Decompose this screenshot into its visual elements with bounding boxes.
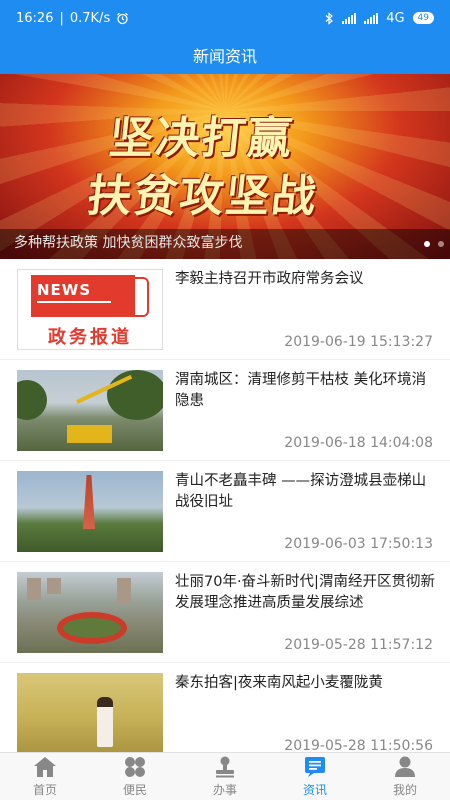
news-date: 2019-05-28 11:57:12 — [284, 637, 433, 653]
tab-mine[interactable]: 我的 — [360, 753, 450, 800]
news-title: 李毅主持召开市政府常务会议 — [175, 271, 364, 287]
news-item[interactable]: 渭南城区：清理修剪干枯枝 美化环境消隐患 2019-06-18 14:04:08 — [0, 360, 450, 461]
signal-icon — [364, 12, 379, 24]
signal-icon — [342, 12, 357, 24]
carousel-dot-active[interactable] — [424, 241, 430, 247]
status-time: 16:26 — [16, 10, 54, 26]
status-bar: 16:26 | 0.7K/s 4G 49 — [0, 0, 450, 36]
carousel-dot[interactable] — [438, 241, 444, 247]
news-icon — [305, 756, 325, 777]
banner-carousel[interactable]: 坚决打赢 扶贫攻坚战 多种帮扶政策 加快贫困群众致富步伐 — [0, 74, 450, 259]
news-thumbnail — [17, 572, 163, 653]
news-item[interactable]: 青山不老矗丰碑 ——探访澄城县壶梯山战役旧址 2019-06-03 17:50:… — [0, 461, 450, 562]
tab-services[interactable]: 办事 — [180, 753, 270, 800]
news-thumbnail: NEWS 政务报道 — [17, 269, 163, 350]
news-title: 壮丽70年·奋斗新时代|渭南经开区贯彻新发展理念推进高质量发展综述 — [175, 574, 435, 611]
news-list[interactable]: NEWS 政务报道 李毅主持召开市政府常务会议 2019-06-19 15:13… — [0, 259, 450, 752]
stamp-icon — [216, 756, 234, 777]
status-speed: 0.7K/s — [69, 10, 111, 26]
news-item[interactable]: 秦东拍客|夜来南风起小麦覆陇黄 2019-05-28 11:50:56 — [0, 663, 450, 752]
news-title: 渭南城区：清理修剪干枯枝 美化环境消隐患 — [175, 372, 427, 409]
news-date: 2019-06-19 15:13:27 — [284, 334, 433, 350]
bottom-tab-bar: 首页 便民 办事 资讯 我的 — [0, 752, 450, 800]
news-date: 2019-06-03 17:50:13 — [284, 536, 433, 552]
news-item[interactable]: NEWS 政务报道 李毅主持召开市政府常务会议 2019-06-19 15:13… — [0, 259, 450, 360]
person-icon — [395, 756, 415, 777]
battery-icon: 49 — [412, 12, 434, 24]
network-type: 4G — [386, 10, 405, 26]
news-logo-text: NEWS — [31, 275, 135, 317]
news-date: 2019-05-28 11:50:56 — [284, 738, 433, 752]
grid-icon — [125, 756, 145, 777]
tab-home[interactable]: 首页 — [0, 753, 90, 800]
news-title: 青山不老矗丰碑 ——探访澄城县壶梯山战役旧址 — [175, 473, 427, 510]
banner-slogan-line2: 扶贫攻坚战 — [84, 171, 321, 222]
status-divider: | — [59, 10, 64, 26]
news-thumbnail — [17, 471, 163, 552]
banner-slogan-line1: 坚决打赢 — [106, 113, 297, 164]
alarm-icon — [117, 12, 129, 24]
news-title: 秦东拍客|夜来南风起小麦覆陇黄 — [175, 675, 383, 691]
news-date: 2019-06-18 14:04:08 — [284, 435, 433, 451]
tab-label: 便民 — [122, 782, 147, 797]
banner-caption: 多种帮扶政策 加快贫困群众致富步伐 — [14, 235, 243, 251]
carousel-dots — [424, 241, 444, 247]
tab-news[interactable]: 资讯 — [270, 753, 360, 800]
news-item[interactable]: 壮丽70年·奋斗新时代|渭南经开区贯彻新发展理念推进高质量发展综述 2019-0… — [0, 562, 450, 663]
tab-label: 办事 — [212, 782, 237, 797]
tab-label: 资讯 — [302, 782, 327, 797]
page-title-bar: 新闻资讯 — [0, 36, 450, 74]
news-thumbnail — [17, 673, 163, 752]
news-thumbnail — [17, 370, 163, 451]
tab-convenience[interactable]: 便民 — [90, 753, 180, 800]
news-logo-label: 政务报道 — [48, 327, 132, 348]
bluetooth-icon — [325, 11, 334, 25]
tab-label: 我的 — [392, 782, 417, 797]
page-title: 新闻资讯 — [192, 47, 257, 66]
tab-label: 首页 — [32, 782, 57, 797]
home-icon — [34, 756, 56, 777]
